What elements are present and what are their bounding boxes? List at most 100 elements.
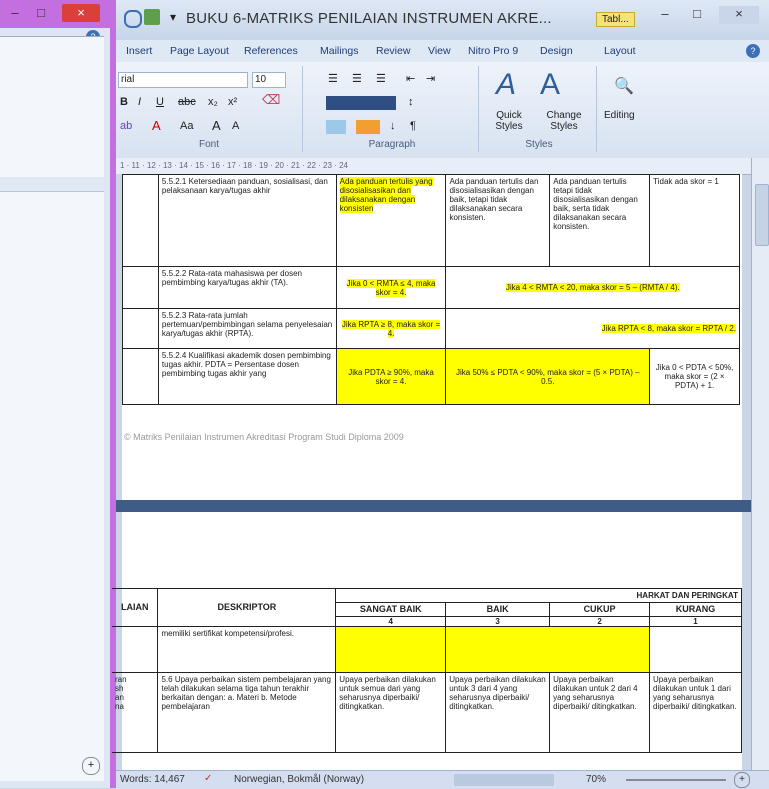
- tab-mailings[interactable]: Mailings: [320, 45, 359, 57]
- view-buttons[interactable]: [454, 774, 554, 786]
- score-cell[interactable]: [445, 626, 651, 673]
- score-header: 2: [549, 616, 651, 627]
- font-name-field[interactable]: rial: [118, 72, 248, 88]
- score-4-text: Jika RPTA ≥ 8, maka skor = 4.: [341, 319, 441, 338]
- font-size-field[interactable]: 10: [252, 72, 286, 88]
- grade-header: KURANG: [649, 602, 742, 617]
- score-cell[interactable]: [649, 626, 742, 673]
- zoom-slider[interactable]: [626, 779, 726, 781]
- scrollbar-thumb[interactable]: [755, 184, 769, 246]
- change-styles-icon[interactable]: A: [540, 68, 560, 102]
- quick-styles-icon[interactable]: A: [496, 68, 516, 102]
- grade-group-header: HARKAT DAN PERINGKAT: [335, 588, 742, 603]
- word-minimize-button[interactable]: –: [650, 6, 680, 24]
- table-row: 5.5.2.3 Rata-rata jumlah pertemuan/pembi…: [122, 308, 740, 349]
- superscript-button[interactable]: x²: [228, 96, 237, 108]
- score-1-cell[interactable]: Jika 0 < PDTA < 50%, maka skor = (2 × PD…: [649, 348, 740, 405]
- grade-header: BAIK: [445, 602, 551, 617]
- editing-button[interactable]: Editing: [604, 110, 635, 121]
- tab-nitro[interactable]: Nitro Pro 9: [468, 45, 518, 57]
- score-2-text[interactable]: Ada panduan tertulis tetapi tidak disosi…: [549, 174, 651, 267]
- score-cell[interactable]: Upaya perbaikan dilakukan untuk 2 dari 4…: [549, 672, 651, 753]
- line-spacing-button[interactable]: ↕: [408, 96, 414, 108]
- header-row: LAIAN DESKRIPTOR HARKAT DAN PERINGKAT: [112, 588, 742, 627]
- italic-button[interactable]: I: [138, 96, 141, 108]
- descriptor-cell[interactable]: 5.5.2.4 Kualifikasi akademik dosen pembi…: [157, 348, 337, 405]
- upper-matrix-table: 5.5.2.1 Ketersediaan panduan, sosialisas…: [122, 174, 740, 405]
- tab-review[interactable]: Review: [376, 45, 410, 57]
- borders-button[interactable]: [356, 120, 380, 134]
- score-header: 1: [649, 616, 742, 627]
- descriptor-cell[interactable]: 5.6 Upaya perbaikan sistem pembelajaran …: [157, 672, 337, 753]
- sort-button[interactable]: ↓: [390, 120, 396, 132]
- help-icon[interactable]: ?: [746, 44, 760, 58]
- editing-group: 🔍 Editing: [600, 66, 650, 152]
- close-button[interactable]: ×: [62, 4, 100, 22]
- left-column-cell[interactable]: ran sh an na: [112, 672, 159, 753]
- score-4-cell[interactable]: Jika PDTA ≥ 90%, maka skor = 4.: [335, 348, 447, 405]
- score-cell[interactable]: Upaya perbaikan dilakukan untuk 3 dari 4…: [445, 672, 551, 753]
- score-cell[interactable]: [335, 626, 447, 673]
- quick-access-dropdown-icon[interactable]: ▾: [170, 10, 176, 24]
- font-color-button[interactable]: A: [152, 118, 161, 133]
- increase-indent-button[interactable]: ⇥: [426, 72, 435, 85]
- tab-insert[interactable]: Insert: [126, 45, 152, 57]
- underline-button[interactable]: U: [156, 96, 164, 108]
- descriptor-header: DESKRIPTOR: [157, 588, 337, 627]
- find-icon[interactable]: 🔍: [614, 76, 634, 96]
- tab-page-layout[interactable]: Page Layout: [170, 45, 229, 57]
- paragraph-group: ☰ ☰ ☰ ⇤ ⇥ ↕ ↓ ¶ Paragraph: [306, 66, 479, 152]
- horizontal-ruler[interactable]: 1 · 11 · 12 · 13 · 14 · 15 · 16 · 17 · 1…: [116, 158, 751, 175]
- grow-font-button[interactable]: A: [212, 118, 221, 133]
- tab-view[interactable]: View: [428, 45, 451, 57]
- word-count[interactable]: Words: 14,467: [120, 774, 185, 785]
- decrease-indent-button[interactable]: ⇤: [406, 72, 415, 85]
- undo-icon[interactable]: [124, 10, 142, 28]
- zoom-in-icon[interactable]: +: [734, 772, 750, 788]
- bullets-button[interactable]: ☰: [328, 72, 338, 85]
- tab-layout[interactable]: Layout: [604, 45, 636, 57]
- score-cell[interactable]: Upaya perbaikan dilakukan untuk semua da…: [335, 672, 447, 753]
- highlight-color-icon[interactable]: ab: [120, 120, 132, 132]
- vertical-scrollbar[interactable]: [751, 158, 769, 770]
- ruler-ticks: 1 · 11 · 12 · 13 · 14 · 15 · 16 · 17 · 1…: [120, 161, 348, 170]
- alignment-buttons[interactable]: [326, 96, 396, 110]
- minimize-button[interactable]: –: [4, 4, 26, 22]
- zoom-in-icon[interactable]: +: [82, 757, 100, 775]
- left-window-titlebar: – □ ×: [0, 0, 110, 28]
- numbering-button[interactable]: ☰: [352, 72, 362, 85]
- save-icon[interactable]: [144, 9, 160, 25]
- descriptor-cell[interactable]: 5.5.2.2 Rata-rata mahasiswa per dosen pe…: [157, 266, 337, 309]
- tab-references[interactable]: References: [244, 45, 298, 57]
- score-3-text[interactable]: Ada panduan tertulis dan disosialisasika…: [445, 174, 551, 267]
- change-styles-button[interactable]: Change Styles: [536, 110, 592, 132]
- multilevel-list-button[interactable]: ☰: [376, 72, 386, 85]
- grade-header: CUKUP: [549, 602, 651, 617]
- show-marks-button[interactable]: ¶: [410, 120, 416, 132]
- shrink-font-button[interactable]: A: [232, 120, 239, 132]
- descriptor-cell[interactable]: 5.5.2.3 Rata-rata jumlah pertemuan/pembi…: [157, 308, 337, 349]
- score-3-2-cell[interactable]: Jika 50% ≤ PDTA < 90%, maka skor = (5 × …: [445, 348, 651, 405]
- change-case-button[interactable]: Aa: [180, 120, 193, 132]
- word-maximize-button[interactable]: □: [682, 6, 712, 24]
- proofing-icon[interactable]: ✓: [204, 773, 212, 784]
- strikethrough-button[interactable]: abc: [178, 96, 196, 108]
- score-1-text[interactable]: Tidak ada skor = 1: [649, 174, 740, 267]
- score-header: 4: [335, 616, 447, 627]
- subscript-button[interactable]: x₂: [208, 96, 218, 108]
- word-close-button[interactable]: ×: [719, 6, 759, 24]
- tab-design[interactable]: Design: [540, 45, 573, 57]
- descriptor-cell[interactable]: 5.5.2.1 Ketersediaan panduan, sosialisas…: [157, 174, 337, 267]
- language-indicator[interactable]: Norwegian, Bokmål (Norway): [234, 774, 364, 785]
- descriptor-cell[interactable]: memiliki sertifikat kompetensi/profesi.: [157, 626, 337, 673]
- quick-styles-button[interactable]: Quick Styles: [484, 110, 534, 132]
- bold-button[interactable]: B: [120, 96, 128, 108]
- score-cell[interactable]: Upaya perbaikan dilakukan untuk 1 dari y…: [649, 672, 742, 753]
- paragraph-group-label: Paragraph: [368, 139, 416, 150]
- clear-format-icon[interactable]: ⌫: [262, 92, 280, 108]
- table-tools-tab[interactable]: Tabl...: [596, 12, 635, 27]
- score-4-text: Jika 0 < RMTA ≤ 4, maka skor = 4.: [346, 278, 436, 297]
- shading-button[interactable]: [326, 120, 346, 134]
- maximize-button[interactable]: □: [30, 4, 52, 22]
- zoom-level[interactable]: 70%: [586, 774, 606, 785]
